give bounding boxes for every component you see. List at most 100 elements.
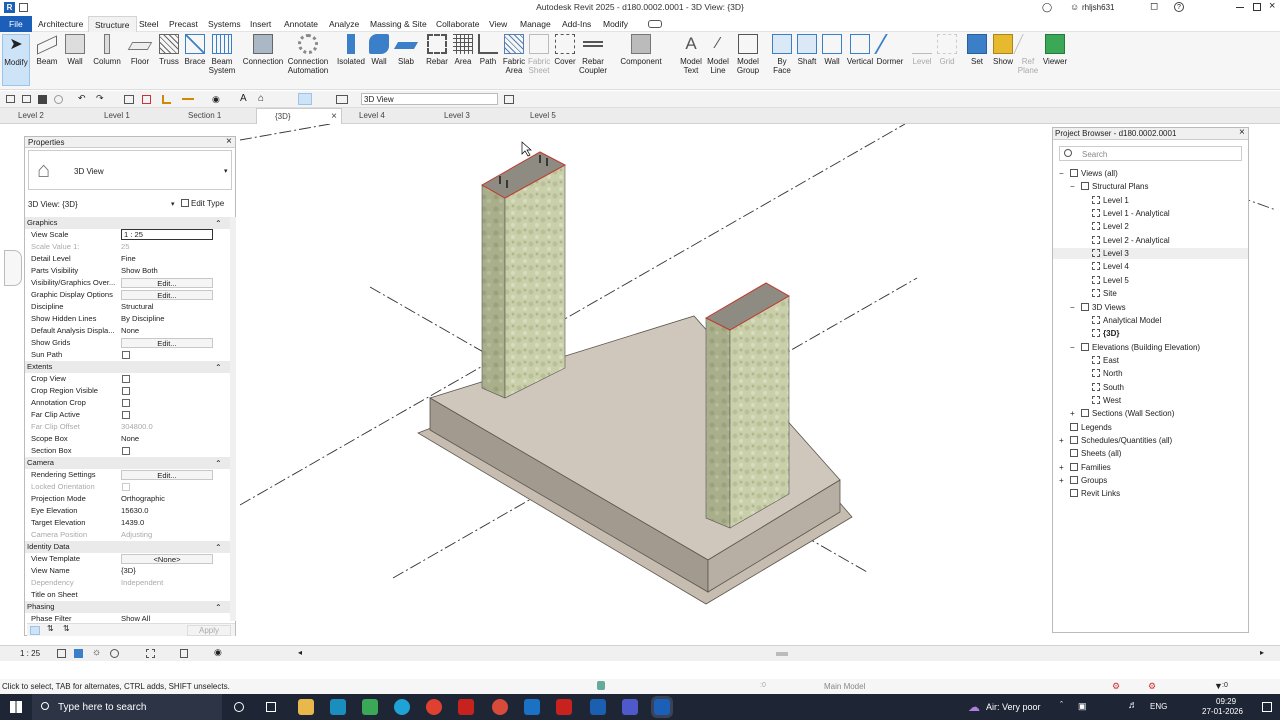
tray-chevron-icon[interactable]: ˆ	[1060, 700, 1063, 710]
browser-item-level-3[interactable]: Level 3	[1053, 248, 1248, 260]
beam-system-button[interactable]: Beam System	[208, 34, 236, 75]
opening-by-face-button[interactable]: By Face	[770, 34, 794, 75]
expand-icon[interactable]: +	[1059, 435, 1064, 446]
menu-modify[interactable]: Modify	[597, 16, 634, 32]
categorized-icon[interactable]	[30, 626, 40, 635]
property-checkbox[interactable]	[122, 375, 130, 383]
property-value[interactable]: Show All	[121, 613, 213, 621]
browser-item-legends[interactable]: Legends	[1053, 422, 1248, 433]
property-checkbox[interactable]	[122, 399, 130, 407]
property-value[interactable]: None	[121, 433, 213, 445]
notes-icon[interactable]	[590, 699, 606, 715]
property-group-camera[interactable]: Camera ⌃	[25, 457, 231, 469]
rebar-button[interactable]: Rebar	[425, 34, 449, 66]
expand-icon[interactable]: +	[1070, 408, 1075, 419]
component-button[interactable]: Component	[617, 34, 665, 66]
close-hidden-icon[interactable]	[142, 95, 151, 104]
menu-file[interactable]: File	[0, 16, 32, 32]
notifications-icon[interactable]	[1262, 702, 1272, 712]
task-view-icon[interactable]	[266, 702, 276, 712]
user-name[interactable]: rhljsh631	[1082, 3, 1114, 12]
browser-item-schedules-quantities-all[interactable]: + Schedules/Quantities (all)	[1053, 435, 1248, 446]
property-value[interactable]: By Discipline	[121, 313, 213, 325]
crop-icon[interactable]	[146, 649, 155, 658]
vertical-opening-button[interactable]: Vertical	[846, 34, 874, 66]
network-icon[interactable]: ▣	[1078, 701, 1087, 712]
browser-close-icon[interactable]: ×	[1239, 127, 1245, 138]
model-text-button[interactable]: A Model Text	[677, 34, 705, 75]
property-value[interactable]: {3D}	[121, 565, 213, 577]
menu-insert[interactable]: Insert	[244, 16, 277, 32]
grid-button[interactable]: Grid	[935, 34, 959, 66]
browser-item-west[interactable]: West	[1053, 395, 1248, 406]
tab-level-3[interactable]: Level 3	[444, 108, 470, 124]
windows-start-icon[interactable]	[10, 701, 22, 713]
recorder-icon[interactable]	[492, 699, 508, 715]
menu-architecture[interactable]: Architecture	[32, 16, 89, 32]
file-explorer-icon[interactable]	[298, 699, 314, 715]
menu-view[interactable]: View	[483, 16, 513, 32]
wall-opening-button[interactable]: Wall	[821, 34, 843, 66]
property-group-phasing[interactable]: Phasing ⌃	[25, 601, 231, 613]
steering-wheel-icon[interactable]	[4, 250, 22, 286]
property-group-identity-data[interactable]: Identity Data ⌃	[25, 541, 231, 553]
tag-icon[interactable]: ◉	[212, 94, 220, 105]
slab-button[interactable]: Slab	[393, 34, 419, 66]
wall-foundation-button[interactable]: Wall	[368, 34, 390, 66]
redo-icon[interactable]: ↷	[96, 93, 104, 104]
browser-item-level-2-analytical[interactable]: Level 2 - Analytical	[1053, 235, 1248, 246]
tab-level-1[interactable]: Level 1	[104, 108, 130, 124]
menu-annotate[interactable]: Annotate	[278, 16, 324, 32]
maximize-icon[interactable]	[1253, 3, 1261, 11]
switch-windows-icon[interactable]	[336, 95, 348, 104]
reveal-hidden-icon[interactable]: ◉	[214, 647, 222, 658]
truss-button[interactable]: Truss	[156, 34, 182, 66]
user-icon[interactable]: ☺	[1070, 2, 1079, 12]
weather-text[interactable]: Air: Very poor	[986, 702, 1041, 712]
browser-item-views-all[interactable]: − Views (all)	[1053, 168, 1248, 179]
browser-item-level-2[interactable]: Level 2	[1053, 221, 1248, 232]
aligned-dimension-icon[interactable]	[182, 98, 194, 100]
expand-icon[interactable]: +	[1059, 475, 1064, 486]
menu-precast[interactable]: Precast	[163, 16, 204, 32]
level-button[interactable]: Level	[911, 34, 933, 66]
browser-item-site[interactable]: Site	[1053, 288, 1248, 299]
properties-close-icon[interactable]: ×	[226, 136, 232, 147]
connection-automation-button[interactable]: Connection Automation	[287, 34, 329, 75]
fabric-sheet-button[interactable]: Fabric Sheet	[528, 34, 550, 75]
chrome-icon[interactable]	[426, 699, 442, 715]
visual-style-icon[interactable]	[74, 649, 83, 658]
instance-selector[interactable]: 3D View: {3D}	[28, 200, 78, 209]
isolated-foundation-button[interactable]: Isolated	[335, 34, 367, 66]
show-work-plane-button[interactable]: Show	[991, 34, 1015, 66]
text-icon[interactable]: A	[240, 93, 247, 104]
collapse-icon[interactable]: −	[1070, 302, 1075, 313]
browser-item-level-1-analytical[interactable]: Level 1 - Analytical	[1053, 208, 1248, 219]
measure-icon[interactable]	[162, 95, 171, 104]
browser-item-3d-views[interactable]: − 3D Views	[1053, 302, 1248, 313]
browser-item-level-1[interactable]: Level 1	[1053, 195, 1248, 206]
open-icon[interactable]	[6, 95, 15, 103]
detail-level-icon[interactable]	[57, 649, 66, 658]
sort-desc-icon[interactable]: ⇅	[63, 624, 70, 633]
property-value[interactable]: 1439.0	[121, 517, 213, 529]
tab-section-1[interactable]: Section 1	[188, 108, 221, 124]
apply-button[interactable]: Apply	[187, 625, 231, 636]
property-edit-button[interactable]: Edit...	[121, 338, 213, 348]
property-checkbox[interactable]	[122, 387, 130, 395]
browser-item-south[interactable]: South	[1053, 382, 1248, 393]
grid-app-icon[interactable]	[362, 699, 378, 715]
undo-icon[interactable]: ↶	[78, 93, 86, 104]
type-selector[interactable]: ⌂ 3D View ▾	[28, 150, 232, 190]
expand-icon[interactable]: +	[1059, 462, 1064, 473]
select-pinned-icon[interactable]: ⚙	[1148, 681, 1156, 692]
folder-open-icon[interactable]	[22, 95, 31, 103]
browser-item-structural-plans[interactable]: − Structural Plans	[1053, 181, 1248, 192]
set-work-plane-button[interactable]: Set	[965, 34, 989, 66]
save-icon[interactable]	[38, 95, 47, 104]
edge-icon[interactable]	[394, 699, 410, 715]
cortana-icon[interactable]	[234, 702, 244, 712]
horizontal-scrollbar[interactable]	[776, 652, 788, 656]
shadows-icon[interactable]	[110, 649, 119, 658]
cover-button[interactable]: Cover	[552, 34, 578, 66]
